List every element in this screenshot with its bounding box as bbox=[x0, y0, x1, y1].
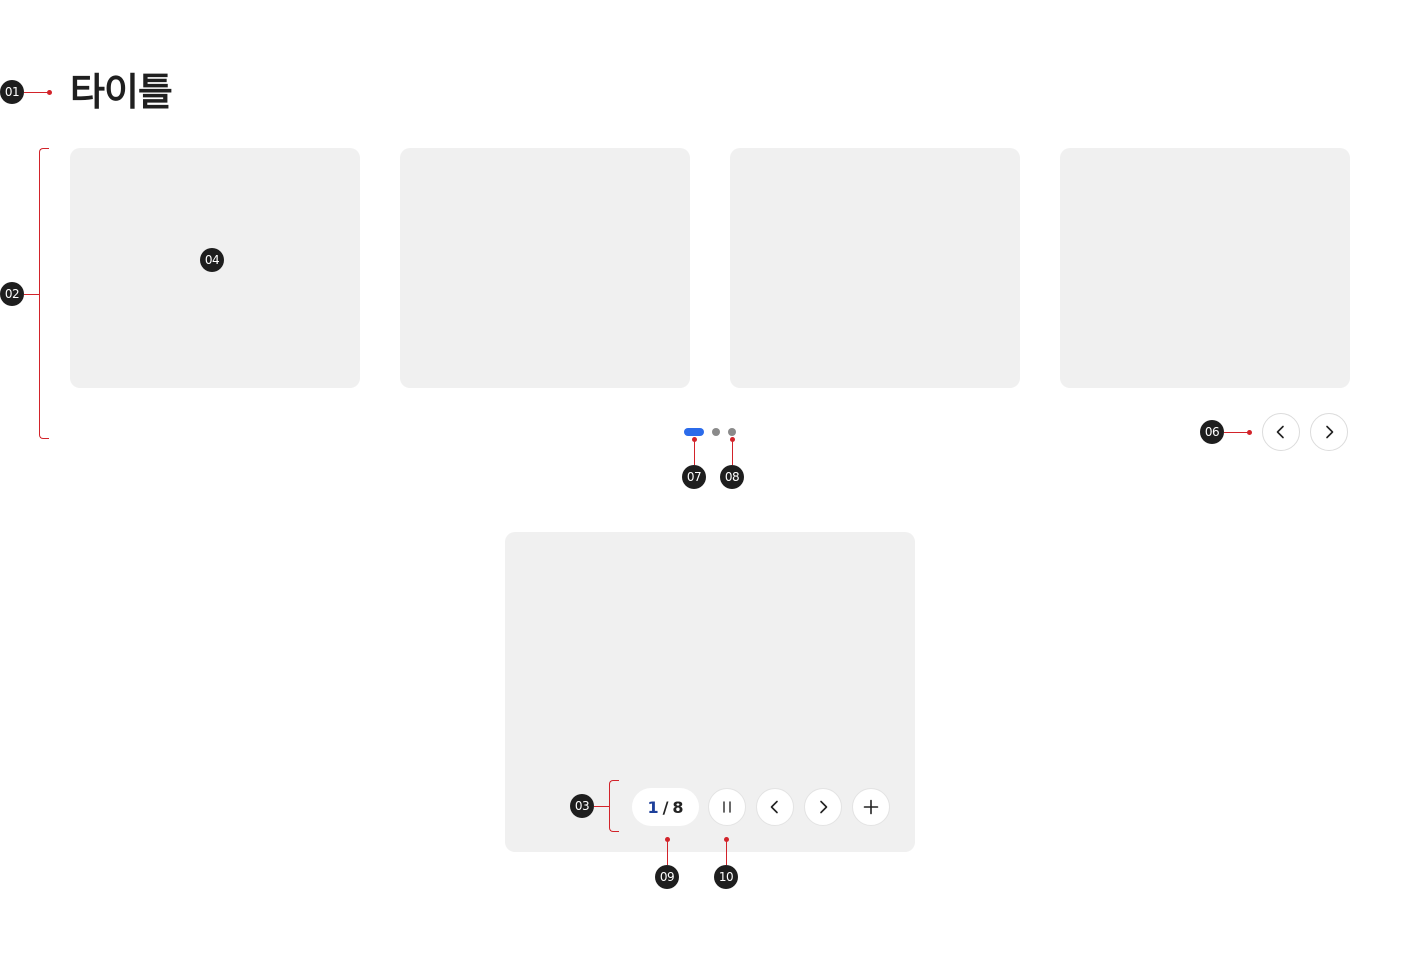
carousel-indicator-active[interactable] bbox=[684, 428, 704, 436]
carousel-indicator[interactable] bbox=[728, 428, 736, 436]
chevron-right-icon bbox=[820, 800, 828, 814]
annotation-badge-07: 07 bbox=[682, 465, 706, 489]
slide-prev-button[interactable] bbox=[756, 788, 794, 826]
annotation-leader-03 bbox=[594, 806, 609, 807]
slide-counter-current: 1 bbox=[647, 797, 659, 817]
annotation-badge-04: 04 bbox=[200, 248, 224, 272]
slide-next-button[interactable] bbox=[804, 788, 842, 826]
carousel-indicator[interactable] bbox=[712, 428, 720, 436]
pause-icon bbox=[723, 801, 731, 813]
slide-counter-separator: / bbox=[662, 797, 669, 817]
annotation-bracket-02 bbox=[39, 148, 49, 439]
annotation-badge-02: 02 bbox=[0, 282, 24, 306]
carousel-card[interactable] bbox=[400, 148, 690, 388]
chevron-left-icon bbox=[1276, 425, 1284, 439]
annotation-leader-08 bbox=[732, 440, 733, 465]
carousel-card[interactable] bbox=[1060, 148, 1350, 388]
annotation-pin-06 bbox=[1247, 430, 1252, 435]
annotation-badge-10: 10 bbox=[714, 865, 738, 889]
annotation-leader-01 bbox=[24, 92, 48, 93]
chevron-right-icon bbox=[1326, 425, 1334, 439]
annotation-badge-08: 08 bbox=[720, 465, 744, 489]
annotation-leader-09 bbox=[667, 840, 668, 865]
annotation-badge-09: 09 bbox=[655, 865, 679, 889]
annotation-leader-10 bbox=[726, 840, 727, 865]
annotation-leader-06 bbox=[1224, 432, 1249, 433]
annotation-bracket-03 bbox=[609, 780, 619, 832]
annotation-badge-01: 01 bbox=[0, 80, 24, 104]
annotation-leader-07 bbox=[694, 440, 695, 465]
slide-counter-total: 8 bbox=[672, 797, 684, 817]
slide-counter: 1 / 8 bbox=[632, 788, 699, 826]
annotation-pin-01 bbox=[47, 90, 52, 95]
plus-icon bbox=[863, 799, 879, 815]
add-button[interactable] bbox=[852, 788, 890, 826]
annotation-badge-03: 03 bbox=[570, 794, 594, 818]
chevron-left-icon bbox=[770, 800, 778, 814]
page-title: 타이틀 bbox=[70, 70, 173, 114]
carousel-next-button[interactable] bbox=[1310, 413, 1348, 451]
pause-button[interactable] bbox=[708, 788, 746, 826]
carousel-prev-button[interactable] bbox=[1262, 413, 1300, 451]
annotation-leader-02 bbox=[24, 294, 39, 295]
annotation-badge-06: 06 bbox=[1200, 420, 1224, 444]
carousel-card[interactable] bbox=[730, 148, 1020, 388]
